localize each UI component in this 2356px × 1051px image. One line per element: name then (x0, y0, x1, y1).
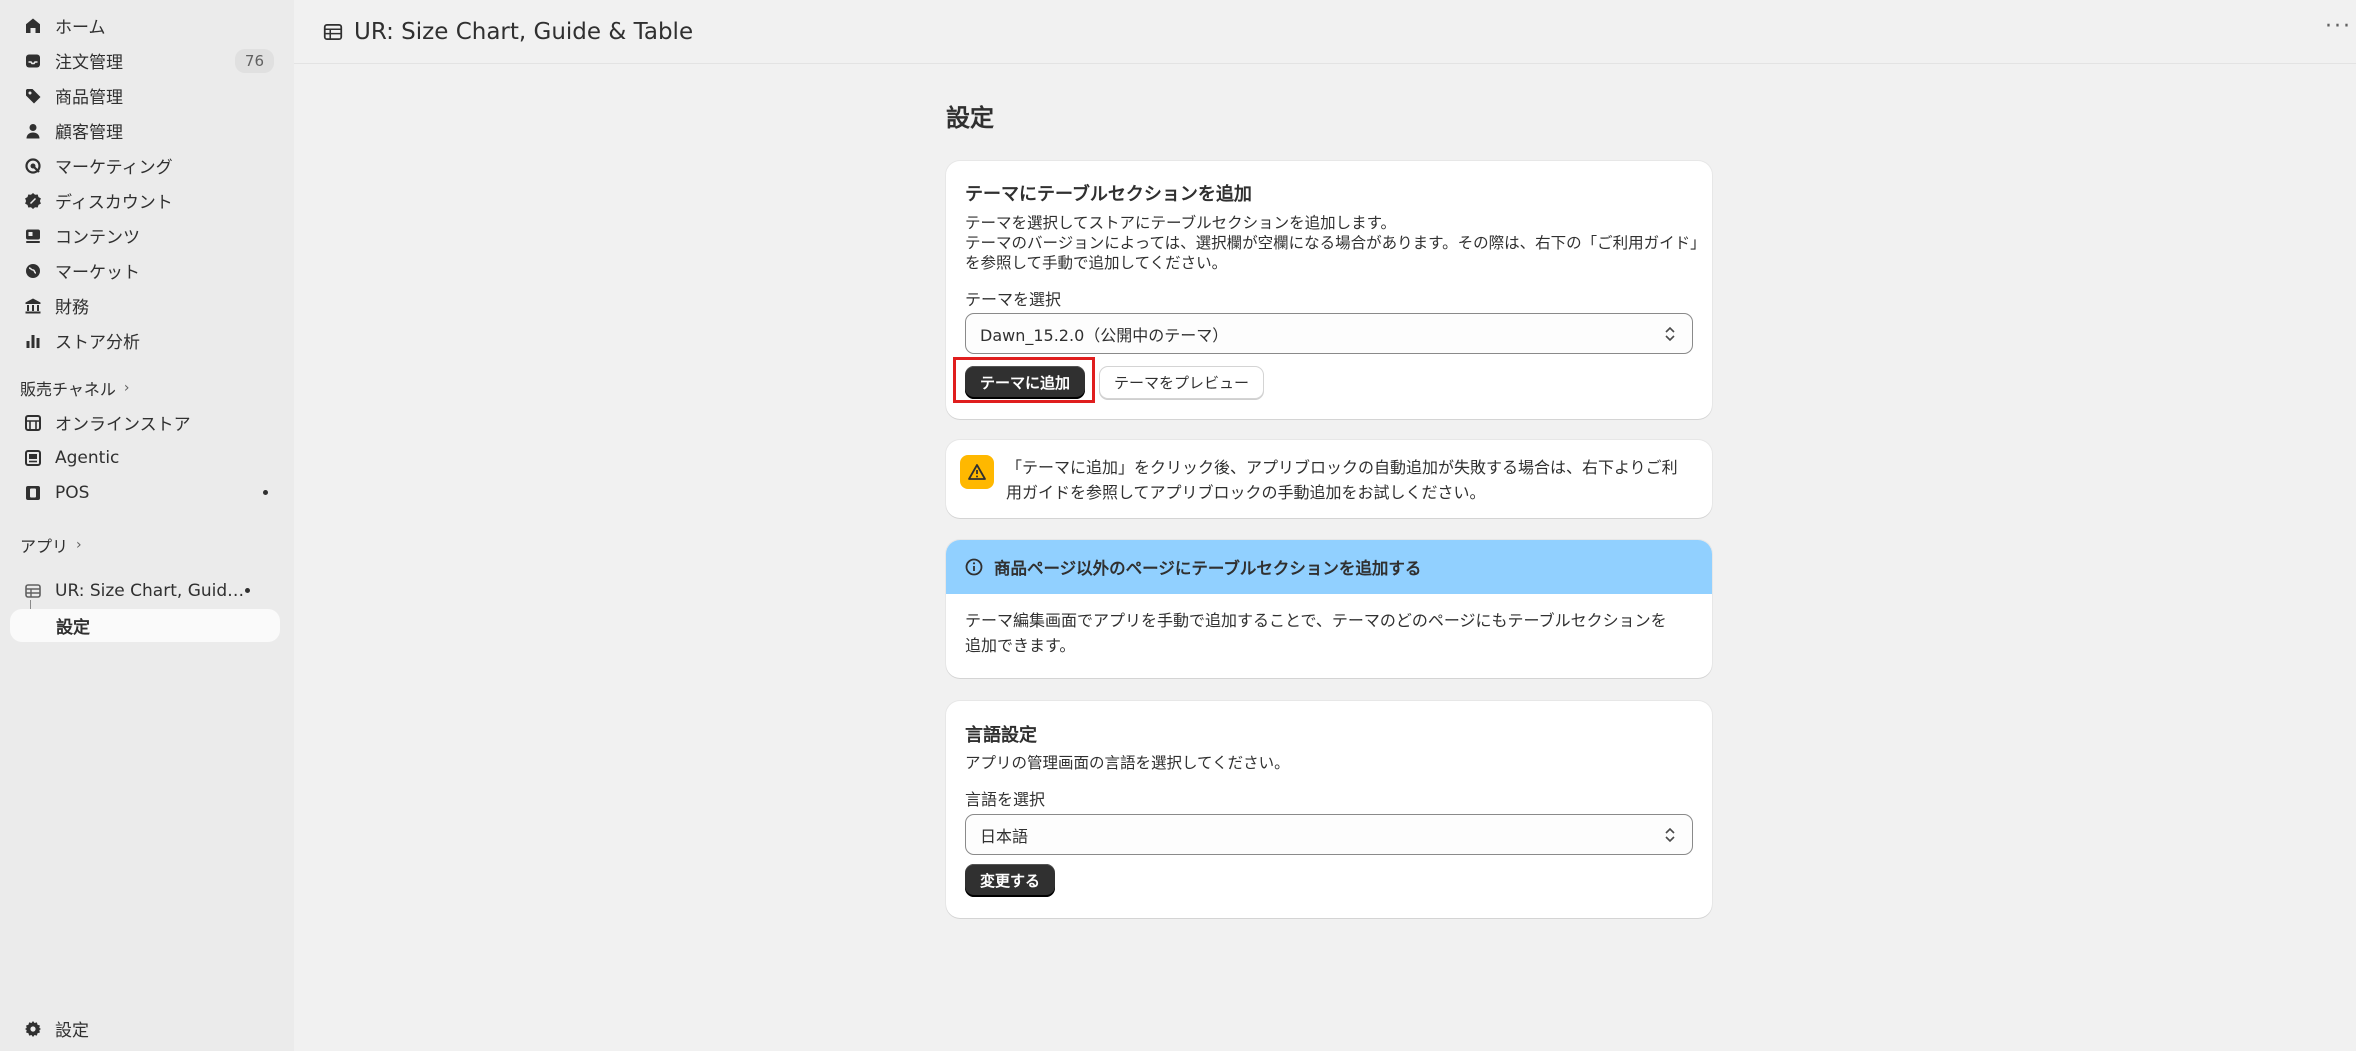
bar-chart-icon (22, 330, 44, 352)
chevron-right-icon: › (76, 537, 82, 553)
person-icon (22, 120, 44, 142)
more-options-icon[interactable]: ··· (2325, 14, 2352, 39)
preview-theme-button[interactable]: テーマをプレビュー (1099, 366, 1265, 399)
chevron-right-icon: › (123, 380, 130, 396)
sidebar-item-label: Agentic (55, 447, 120, 468)
sidebar-item-customers[interactable]: 顧客管理 (10, 114, 280, 147)
theme-select-label: テーマを選択 (965, 290, 1062, 309)
sidebar-item-label: POS (55, 482, 90, 503)
info-card: 商品ページ以外のページにテーブルセクションを追加する テーマ編集画面でアプリを手… (946, 540, 1712, 678)
app-title: UR: Size Chart, Guide & Table (354, 18, 694, 45)
inbox-icon (22, 50, 44, 72)
gear-icon (22, 1018, 44, 1040)
tag-icon (22, 85, 44, 107)
globe-icon (22, 260, 44, 282)
highlight-box (953, 357, 1095, 403)
sidebar-item-label: 顧客管理 (55, 123, 123, 143)
warning-banner: 「テーマに追加」をクリック後、アプリブロックの自動追加が失敗する場合は、右下より… (946, 440, 1712, 518)
home-icon (22, 15, 44, 37)
table-icon (323, 23, 343, 40)
sidebar: ホーム 注文管理 76 商品管理 顧客管理 マーケティング ディスカウント コン… (0, 0, 294, 1051)
agentic-icon (22, 447, 44, 469)
select-arrows-icon (1665, 326, 1675, 342)
sidebar-item-label: ディスカウント (55, 193, 173, 213)
card-title: 言語設定 (965, 725, 1037, 746)
sidebar-item-finance[interactable]: 財務 (10, 289, 280, 322)
warning-icon (960, 455, 994, 489)
language-select[interactable]: 日本語 (965, 814, 1693, 855)
sidebar-item-online-store[interactable]: オンラインストア (10, 406, 280, 439)
bank-icon (22, 295, 44, 317)
info-banner-header: 商品ページ以外のページにテーブルセクションを追加する (946, 540, 1712, 594)
warning-text: 「テーマに追加」をクリック後、アプリブロックの自動追加が失敗する場合は、右下より… (1006, 458, 1678, 502)
theme-select[interactable]: Dawn_15.2.0（公開中のテーマ） (965, 313, 1693, 354)
change-language-button[interactable]: 変更する (965, 864, 1056, 897)
sidebar-item-label: コンテンツ (55, 228, 140, 248)
info-banner-title: 商品ページ以外のページにテーブルセクションを追加する (994, 559, 1422, 578)
sidebar-item-label: 設定 (55, 1021, 89, 1041)
orders-count-badge: 76 (234, 48, 274, 73)
select-arrows-icon (1665, 827, 1675, 843)
card-description: テーマを選択してストアにテーブルセクションを追加します。 テーマのバージョンによ… (965, 214, 1706, 272)
content-icon (22, 225, 44, 247)
sidebar-item-products[interactable]: 商品管理 (10, 79, 280, 112)
sidebar-item-settings[interactable]: 設定 (10, 1012, 280, 1045)
sidebar-item-orders[interactable]: 注文管理 76 (10, 44, 280, 77)
info-icon (965, 558, 983, 576)
sidebar-item-label: オンラインストア (55, 415, 191, 435)
sidebar-item-home[interactable]: ホーム (10, 9, 280, 42)
language-select-label: 言語を選択 (965, 790, 1046, 809)
sidebar-sub-item-settings[interactable]: 設定 (10, 609, 280, 642)
info-text: テーマ編集画面でアプリを手動で追加することで、テーマのどのページにもテーブルセク… (965, 611, 1667, 655)
sidebar-item-markets[interactable]: マーケット (10, 254, 280, 287)
sidebar-item-label: マーケティング (55, 158, 173, 178)
sidebar-item-app-size-chart[interactable]: UR: Size Chart, Guide & Table (10, 574, 280, 607)
language-settings-card: 言語設定 アプリの管理画面の言語を選択してください。 言語を選択 日本語 変更す… (946, 701, 1712, 918)
pos-icon (22, 482, 44, 504)
sidebar-item-marketing[interactable]: マーケティング (10, 149, 280, 182)
sidebar-item-label: ホーム (55, 18, 106, 38)
sidebar-item-label: 設定 (56, 618, 90, 638)
card-description: アプリの管理画面の言語を選択してください。 (965, 754, 1290, 772)
sidebar-item-analytics[interactable]: ストア分析 (10, 324, 280, 357)
sidebar-item-label: 注文管理 (55, 53, 123, 73)
card-title: テーマにテーブルセクションを追加 (965, 184, 1252, 205)
sidebar-item-content[interactable]: コンテンツ (10, 219, 280, 252)
target-icon (22, 155, 44, 177)
store-icon (22, 412, 44, 434)
sales-channels-heading[interactable]: 販売チャネル › (20, 376, 129, 400)
sidebar-item-label: 商品管理 (55, 88, 123, 108)
status-dot (263, 490, 268, 495)
page-title: 設定 (946, 104, 994, 132)
table-icon (22, 580, 44, 602)
discount-icon (22, 190, 44, 212)
sidebar-item-discounts[interactable]: ディスカウント (10, 184, 280, 217)
sidebar-item-agentic[interactable]: Agentic (10, 441, 280, 474)
sidebar-item-label: UR: Size Chart, Guide & Table (55, 580, 245, 601)
apps-heading[interactable]: アプリ › (20, 533, 82, 557)
sidebar-item-label: 財務 (55, 298, 89, 318)
sidebar-item-label: ストア分析 (55, 333, 140, 353)
app-header: UR: Size Chart, Guide & Table ··· (294, 0, 2356, 64)
sidebar-item-label: マーケット (55, 263, 140, 283)
sidebar-item-pos[interactable]: POS (10, 476, 280, 509)
status-dot (245, 588, 250, 593)
